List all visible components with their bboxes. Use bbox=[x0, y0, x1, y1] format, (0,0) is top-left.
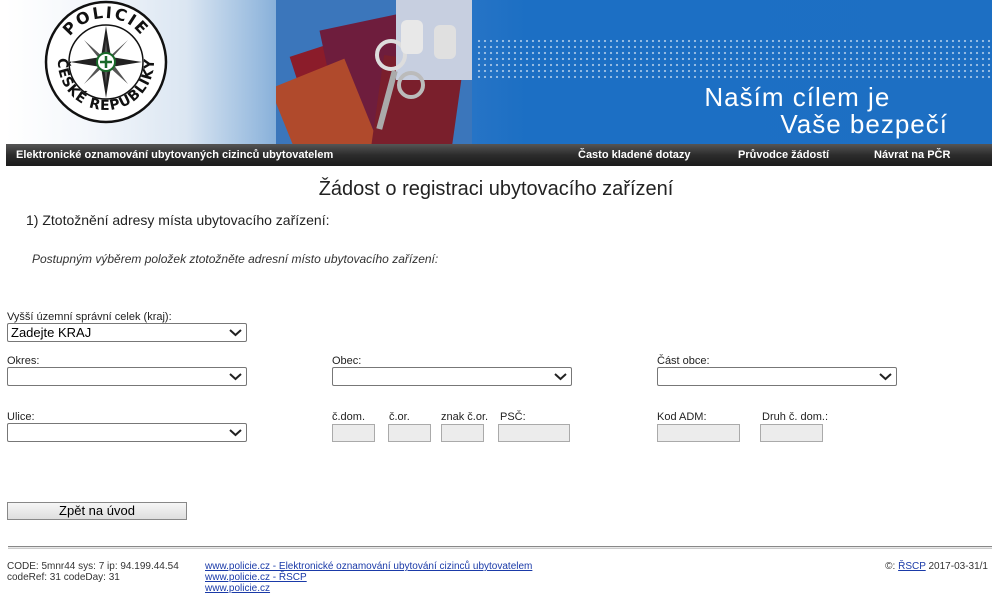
instruction-text: Postupným výběrem položek ztotožněte adr… bbox=[32, 252, 439, 266]
chevron-down-icon bbox=[229, 429, 242, 437]
cast-obce-label: Část obce: bbox=[657, 355, 710, 367]
okres-label: Okres: bbox=[7, 355, 40, 367]
header-banner: POLICIE ČESKÉ REPUBLIKY Naším cílem je V… bbox=[6, 0, 992, 144]
nav-app-title[interactable]: Elektronické oznamování ubytovaných cizi… bbox=[16, 149, 333, 161]
ulice-label: Ulice: bbox=[7, 411, 35, 423]
footer-links: www.policie.cz - Elektronické oznamování… bbox=[205, 561, 532, 594]
copyright-rscp-link[interactable]: ŘSCP bbox=[898, 561, 926, 572]
footer-divider bbox=[8, 546, 992, 549]
psc-input[interactable] bbox=[498, 424, 570, 442]
code-line-2: codeRef: 31 codeDay: 31 bbox=[7, 572, 120, 583]
druh-cdom-label: Druh č. dom.: bbox=[762, 411, 829, 423]
passports-keys-image bbox=[276, 0, 472, 144]
okres-select[interactable] bbox=[7, 367, 247, 386]
kraj-label: Vyšší územní správní celek (kraj): bbox=[7, 311, 172, 323]
slogan-line-1: Naším cílem je bbox=[704, 82, 891, 112]
dot-pattern bbox=[476, 38, 992, 78]
footer-copyright: ©: ŘSCP 2017-03-31/1 bbox=[885, 561, 988, 572]
footer-link-rscp[interactable]: www.policie.cz - ŘSCP bbox=[205, 572, 532, 583]
footer-link-policie[interactable]: www.policie.cz bbox=[205, 583, 532, 594]
obec-label: Obec: bbox=[332, 355, 362, 367]
kraj-select-value: Zadejte KRAJ bbox=[11, 325, 92, 340]
nav-back-to-pcr-link[interactable]: Návrat na PČR bbox=[874, 149, 950, 161]
kraj-select[interactable]: Zadejte KRAJ bbox=[7, 323, 247, 342]
chevron-down-icon bbox=[229, 329, 242, 337]
footer-code-info: CODE: 5mnr44 sys: 7 ip: 94.199.44.54 cod… bbox=[7, 561, 179, 583]
step-heading: 1) Ztotožnění adresy místa ubytovacího z… bbox=[26, 212, 330, 228]
nav-faq-link[interactable]: Často kladené dotazy bbox=[578, 149, 690, 161]
kod-adm-input[interactable] bbox=[657, 424, 740, 442]
footer-link-ubytovani[interactable]: www.policie.cz - Elektronické oznamování… bbox=[205, 561, 532, 572]
copyright-prefix: ©: bbox=[885, 561, 899, 572]
back-to-home-button[interactable]: Zpět na úvod bbox=[7, 502, 187, 520]
chevron-down-icon bbox=[879, 373, 892, 381]
kod-adm-label: Kod ADM: bbox=[657, 411, 707, 423]
cor-label: č.or. bbox=[389, 411, 410, 423]
page-title: Žádost o registraci ubytovacího zařízení bbox=[318, 178, 674, 200]
druh-cdom-input[interactable] bbox=[760, 424, 823, 442]
ulice-select[interactable] bbox=[7, 423, 247, 442]
chevron-down-icon bbox=[554, 373, 567, 381]
slogan: Naším cílem je Vaše bezpečí bbox=[704, 84, 948, 138]
cdom-input[interactable] bbox=[332, 424, 375, 442]
slogan-line-2: Vaše bezpečí bbox=[780, 109, 948, 139]
code-line-1: CODE: 5mnr44 sys: 7 ip: 94.199.44.54 bbox=[7, 561, 179, 572]
police-logo[interactable]: POLICIE ČESKÉ REPUBLIKY bbox=[44, 0, 168, 124]
cast-obce-select[interactable] bbox=[657, 367, 897, 386]
psc-label: PSČ: bbox=[500, 411, 526, 423]
nav-bar: Elektronické oznamování ubytovaných cizi… bbox=[6, 144, 992, 166]
cor-input[interactable] bbox=[388, 424, 431, 442]
znak-cor-label: znak č.or. bbox=[441, 411, 489, 423]
znak-cor-input[interactable] bbox=[441, 424, 484, 442]
chevron-down-icon bbox=[229, 373, 242, 381]
obec-select[interactable] bbox=[332, 367, 572, 386]
nav-guide-link[interactable]: Průvodce žádostí bbox=[738, 149, 829, 161]
cdom-label: č.dom. bbox=[332, 411, 366, 423]
copyright-date: 2017-03-31/1 bbox=[925, 561, 988, 572]
